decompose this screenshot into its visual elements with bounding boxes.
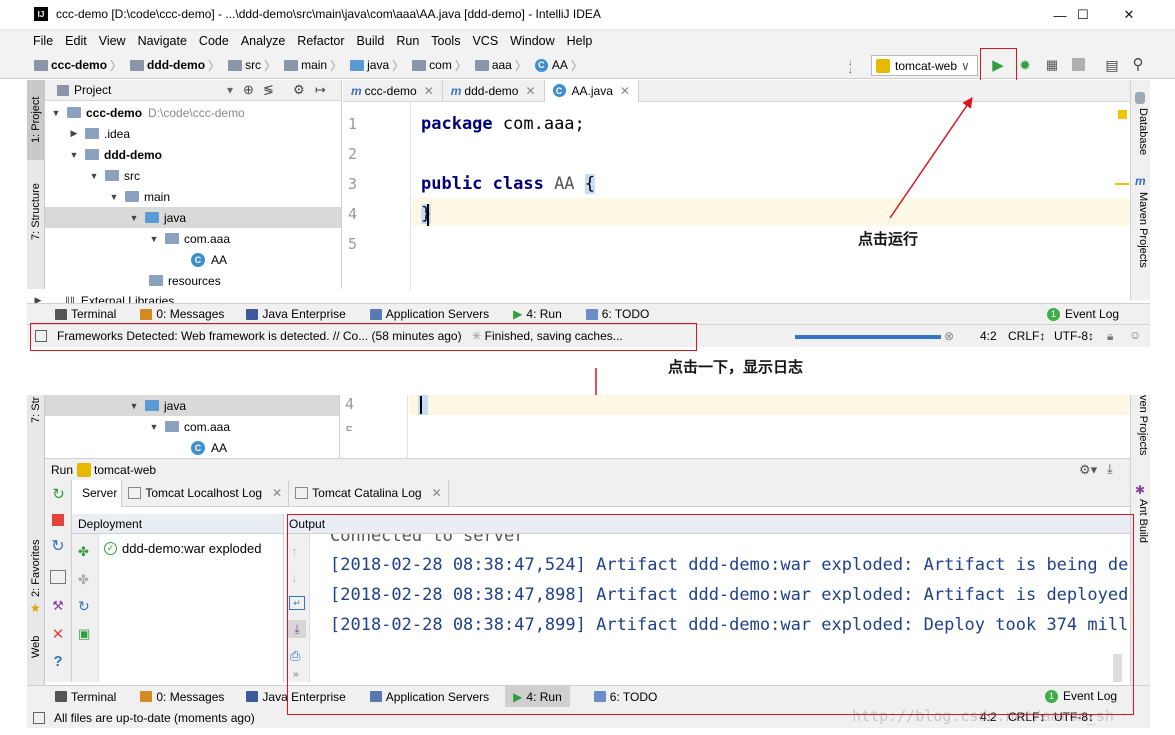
rerun-icon[interactable]: ↻ — [51, 486, 66, 503]
terminal-icon — [55, 691, 67, 702]
tab-catalina-log[interactable]: Tomcat Catalina Log ✕ — [289, 479, 449, 507]
run-toolbar: ↻ ↻ ⚒ ✕ ? — [45, 480, 72, 682]
gear-icon[interactable]: ⚙▾ — [1079, 462, 1097, 478]
refresh-icon[interactable]: ↻ — [78, 598, 90, 615]
tab-ant-build[interactable]: Ant Build — [1133, 499, 1149, 559]
text-cursor — [420, 396, 422, 414]
close-tab-icon[interactable]: ✕ — [432, 486, 442, 500]
java-enterprise-icon — [246, 691, 259, 702]
code-editor-bottom[interactable]: 4 5 — [340, 395, 1130, 458]
tab-structure-short[interactable]: 7: Str — [27, 395, 45, 425]
line-number: 5 — [345, 423, 365, 431]
deployment-toolbar: ✤ ✤ ↻ ▣ — [72, 534, 99, 682]
run-arrow — [889, 97, 973, 219]
log-annotation: 点击一下，显示日志 — [668, 359, 804, 376]
tree-item-com-aaa[interactable]: ▼ com.aaa — [45, 416, 339, 437]
star-icon: ★ — [30, 601, 41, 615]
deployment-item[interactable]: ✓ ddd-demo:war exploded — [104, 541, 261, 556]
tree-item-aa[interactable]: C AA — [45, 437, 339, 458]
toggle-tool-windows-icon[interactable] — [33, 711, 45, 724]
tool-messages[interactable]: 0: Messages — [140, 690, 224, 704]
tab-maven-projects[interactable]: ven Projects — [1133, 395, 1149, 465]
stop-icon[interactable] — [52, 514, 64, 526]
class-icon: C — [191, 440, 205, 455]
artifact-icon[interactable]: ▣ — [78, 626, 90, 642]
package-icon — [165, 421, 179, 432]
undeploy-icon[interactable]: ✤ — [78, 572, 89, 588]
pin-icon[interactable]: ⚒ — [50, 598, 66, 614]
current-line-highlight — [409, 395, 1130, 415]
deployment-header: Deployment — [72, 514, 283, 534]
status-message[interactable]: All files are up-to-date (moments ago) — [54, 711, 255, 725]
server-tab-bar: Server Tomcat Localhost Log ✕ Tomcat Cata… — [72, 479, 1130, 507]
project-panel-bottom: ▼ java ▼ com.aaa C AA — [45, 395, 340, 458]
run-annotation: 点击运行 — [858, 231, 919, 248]
tab-localhost-log[interactable]: Tomcat Localhost Log ✕ — [122, 479, 290, 507]
tree-item-java[interactable]: ▼ java — [45, 395, 339, 416]
tab-web[interactable]: Web — [27, 627, 45, 667]
tool-terminal[interactable]: Terminal — [55, 690, 116, 704]
line-number: 4 — [345, 395, 355, 413]
layout-icon[interactable] — [50, 570, 66, 584]
tab-favorites[interactable]: 2: Favorites — [27, 533, 45, 603]
tab-server[interactable]: Server — [72, 479, 123, 507]
run-title: Run — [51, 462, 74, 477]
close-tab-icon[interactable]: ✕ — [272, 486, 282, 500]
close-icon[interactable]: ✕ — [50, 626, 66, 643]
tomcat-icon — [77, 462, 92, 477]
ant-icon: ✱ — [1135, 483, 1146, 497]
log-icon — [128, 487, 142, 499]
update-icon[interactable]: ↻ — [50, 538, 66, 555]
messages-icon — [140, 691, 153, 702]
left-tool-strip-bottom: 7: Str 2: Favorites ★ Web — [27, 395, 45, 685]
output-highlight-box — [287, 514, 1134, 715]
source-folder-icon — [145, 400, 159, 411]
hide-panel-icon[interactable]: ⤓ — [1107, 461, 1113, 477]
help-icon[interactable]: ? — [50, 653, 66, 670]
check-icon: ✓ — [104, 542, 117, 555]
gutter: 4 5 — [340, 395, 408, 458]
log-icon — [295, 487, 309, 499]
deployment-panel: Deployment ✤ ✤ ↻ ▣ ✓ ddd-demo:war explod… — [72, 514, 284, 682]
run-panel-header: Run tomcat-web ⚙▾ ⤓ — [45, 458, 1130, 480]
run-config-name: tomcat-web — [94, 462, 157, 477]
deploy-icon[interactable]: ✤ — [78, 544, 89, 560]
